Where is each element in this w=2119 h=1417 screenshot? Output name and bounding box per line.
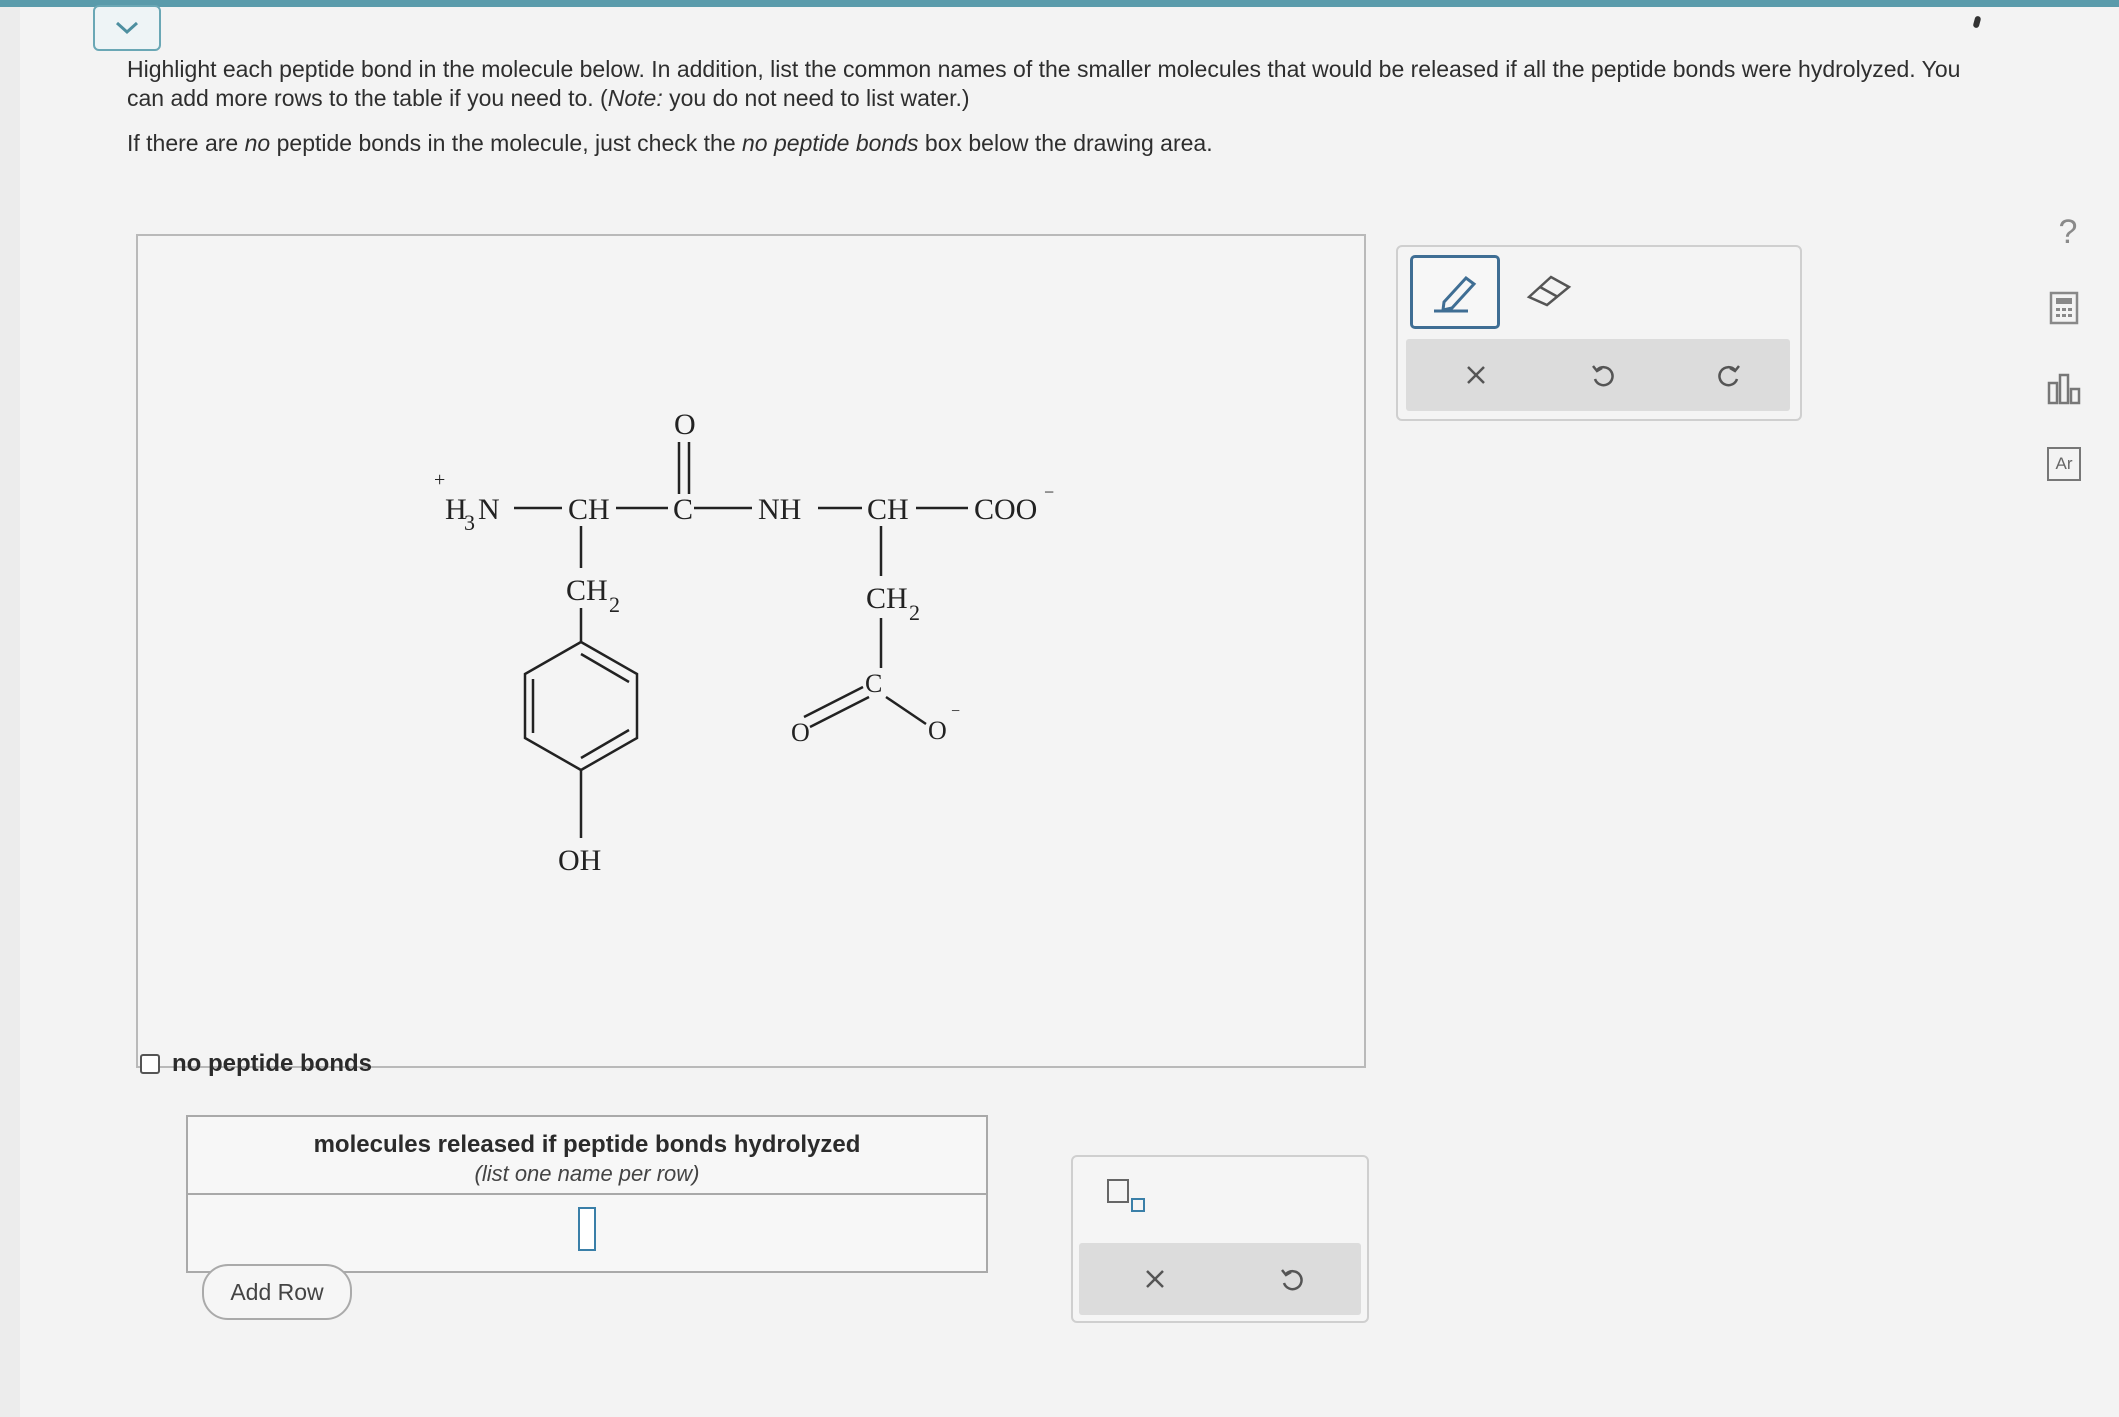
prompt-paragraph-2: If there are no peptide bonds in the mol… [127,130,1213,156]
alpha-CH-1: CH [568,493,610,526]
side-CH2-right-sub: 2 [909,600,920,625]
side-carboxyl-O-double: O [791,718,810,747]
no-peptide-bonds-checkbox[interactable] [140,1054,160,1074]
table-header-title: molecules released if peptide bonds hydr… [313,1131,861,1158]
redo-drawing-button[interactable] [1708,353,1752,397]
undo-drawing-button[interactable] [1580,353,1624,397]
side-CH2-left-sub: 2 [609,592,620,617]
side-CH2-left: CH [566,574,608,607]
answer-actions [1079,1243,1361,1315]
molecule-name-input[interactable] [578,1207,596,1251]
table-row[interactable] [188,1195,986,1267]
periodic-table-button[interactable]: Ar [2044,444,2084,484]
collapse-button[interactable] [93,5,161,51]
drawing-actions [1406,339,1790,411]
no-peptide-bonds-option[interactable]: no peptide bonds [140,1050,372,1078]
side-carboxyl-minus: − [951,703,960,720]
no-peptide-bonds-label: no peptide bonds [172,1050,372,1077]
side-CH2-right: CH [866,582,908,615]
chevron-down-icon [115,21,139,35]
clear-drawing-button[interactable] [1454,353,1498,397]
prompt-paragraph-1: Highlight each peptide bond in the molec… [127,56,1961,111]
close-icon [1146,1270,1164,1288]
clear-answer-button[interactable] [1133,1257,1177,1301]
undo-answer-button[interactable] [1269,1257,1313,1301]
close-icon [1467,366,1485,384]
pencil-icon [1434,275,1477,313]
amine-N: N [478,493,500,526]
table-header: molecules released if peptide bonds hydr… [188,1117,986,1195]
undo-icon [1281,1269,1303,1291]
redo-icon [1718,365,1740,387]
periodic-table-icon: Ar [2047,447,2081,481]
answer-table: molecules released if peptide bonds hydr… [186,1115,988,1273]
undo-icon [1592,365,1614,387]
table-header-hint: (list one name per row) [474,1161,700,1186]
peptide-molecule[interactable]: + H 3 N CH C O NH CH COO − CH 2 CH 2 OH … [138,236,1364,1066]
calculator-button[interactable] [2044,288,2084,328]
calculator-icon [2049,291,2079,325]
amine-subscript: 3 [464,510,475,535]
carboxylate: COO [974,493,1037,526]
amide-NH: NH [758,493,801,526]
data-chart-button[interactable] [2044,368,2084,408]
pencil-tool-button[interactable] [1410,255,1500,329]
help-button[interactable]: ? [2048,212,2088,252]
drawing-toolbar [1396,245,1802,421]
carbonyl-O: O [674,408,696,441]
amine-plus-charge: + [434,469,445,491]
periodic-table-symbol: Ar [2055,454,2073,473]
eraser-icon [1526,275,1572,307]
molecule-drawing-area[interactable]: + H 3 N CH C O NH CH COO − CH 2 CH 2 OH … [136,234,1366,1068]
subscript-icon [1107,1179,1145,1212]
hydroxyl-OH: OH [558,844,601,877]
side-carboxyl-C: C [865,669,882,698]
question-prompt: Highlight each peptide bond in the molec… [127,55,1987,174]
alpha-CH-2: CH [867,493,909,526]
chart-icon [2047,373,2081,405]
top-accent-bar [0,0,2119,7]
carbonyl-C: C [673,493,693,526]
subscript-button[interactable] [1106,1177,1150,1215]
side-carboxyl-O-single: O [928,716,947,745]
answer-toolbar [1071,1155,1369,1323]
carboxylate-minus: − [1044,482,1054,502]
eraser-tool-button[interactable] [1516,265,1580,315]
add-row-button[interactable]: Add Row [202,1264,352,1320]
